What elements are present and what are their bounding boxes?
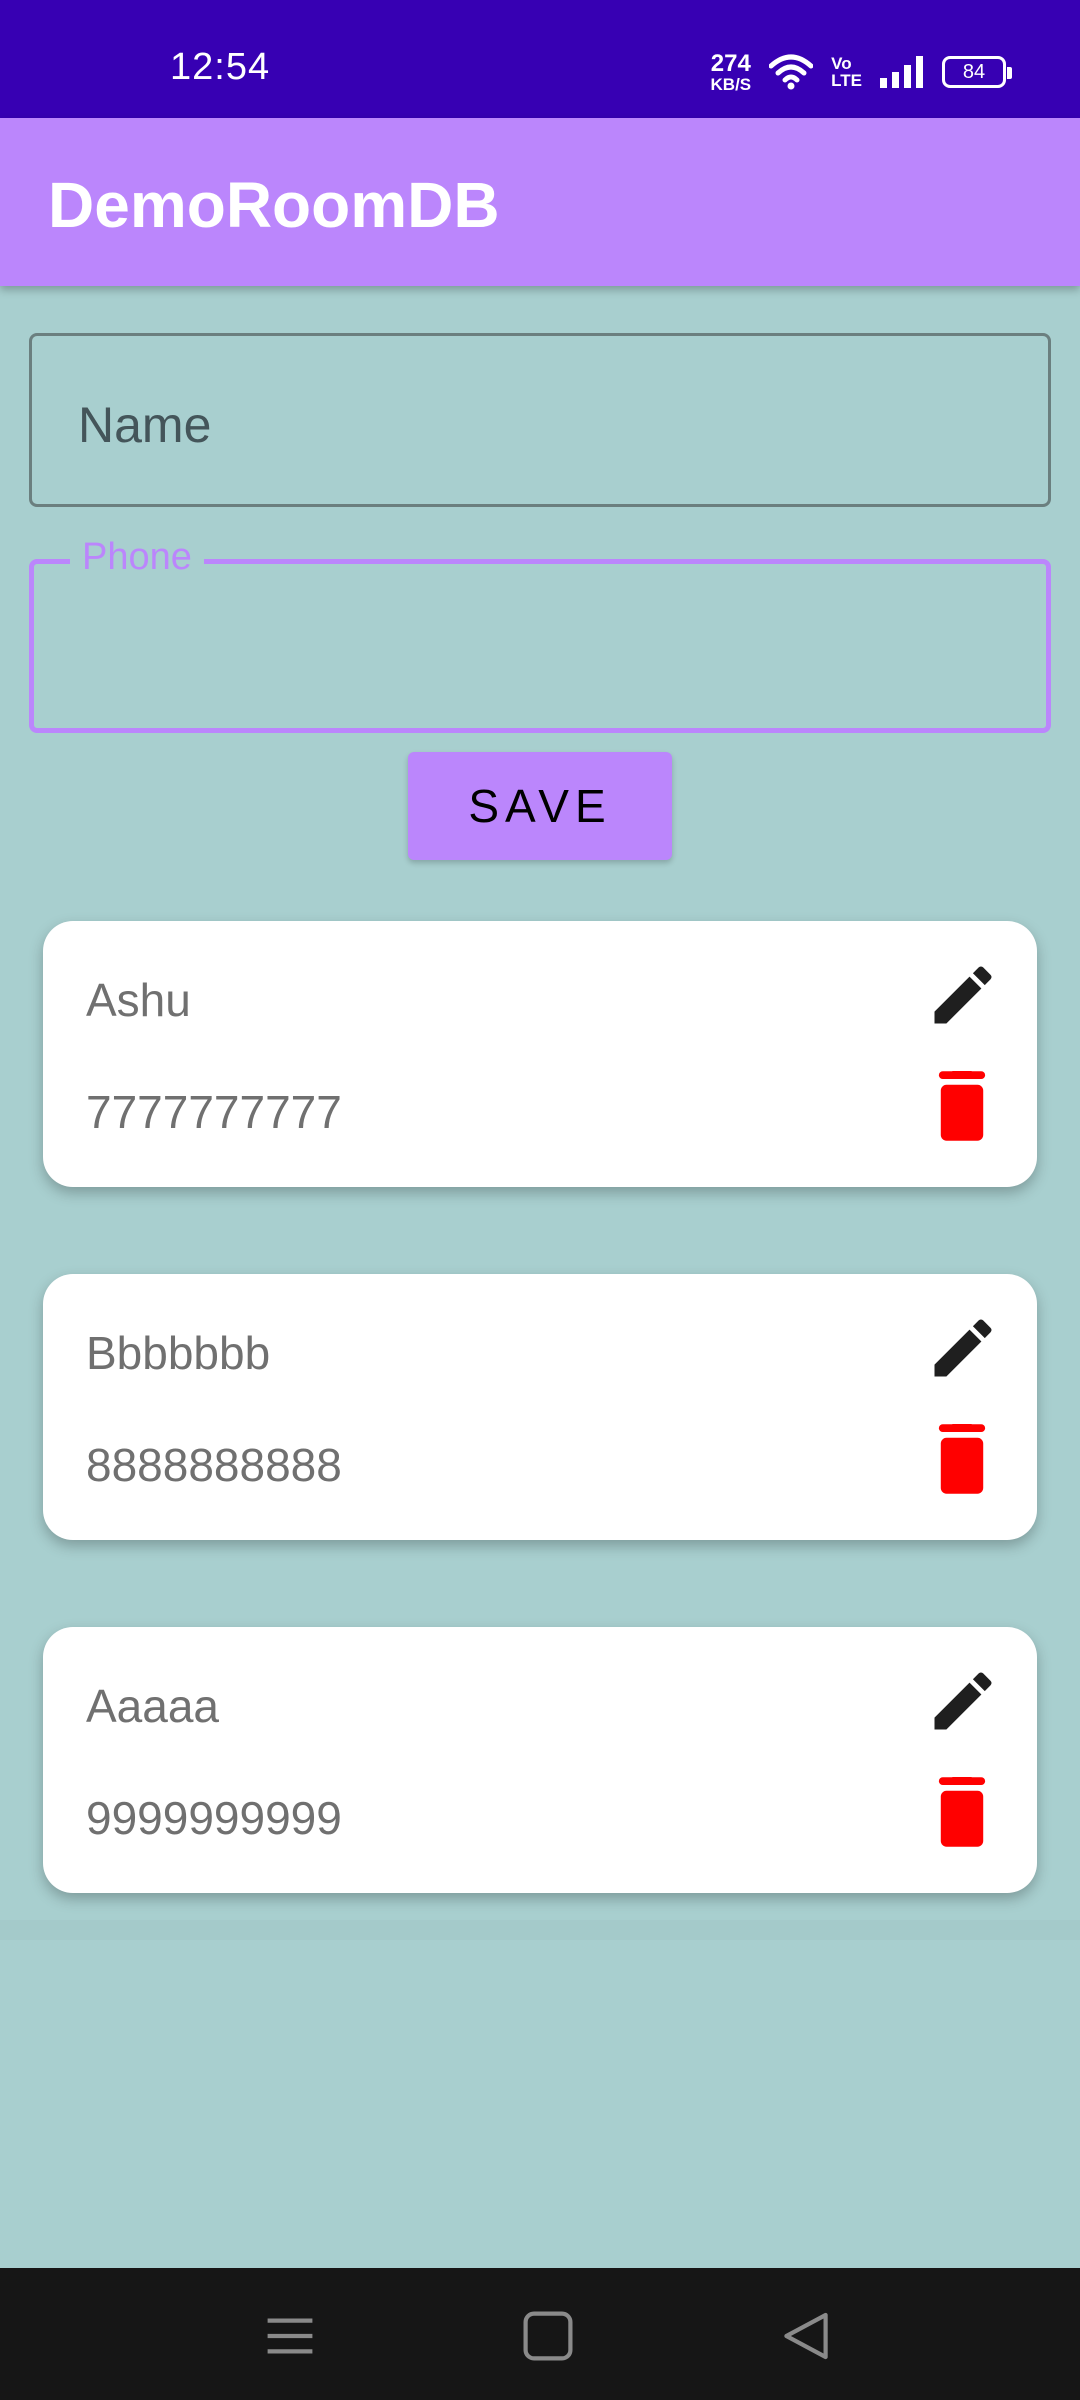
app-bar: DemoRoomDB bbox=[0, 118, 1080, 286]
status-time: 12:54 bbox=[170, 46, 271, 88]
trash-icon[interactable] bbox=[935, 1777, 989, 1847]
menu-icon[interactable] bbox=[262, 2308, 318, 2364]
contact-name: Ashu bbox=[86, 974, 191, 1026]
save-button[interactable]: SAVE bbox=[408, 752, 672, 860]
volte-indicator: Vo LTE bbox=[831, 55, 862, 89]
contact-name: Bbbbbbb bbox=[86, 1327, 271, 1379]
battery-indicator: 84 bbox=[942, 56, 1012, 88]
wifi-icon bbox=[769, 54, 814, 90]
list-bottom-edge bbox=[0, 1920, 1080, 1940]
name-input-placeholder: Name bbox=[78, 397, 212, 453]
pencil-icon[interactable] bbox=[925, 957, 1001, 1033]
status-icons: 274 KB/S Vo LTE 84 bbox=[710, 48, 1012, 96]
square-icon[interactable] bbox=[520, 2308, 576, 2364]
volte-top: Vo bbox=[831, 54, 852, 73]
volte-bottom: LTE bbox=[831, 71, 862, 90]
status-bar: 12:54 274 KB/S Vo LTE 84 bbox=[0, 0, 1080, 118]
phone-input[interactable]: Phone bbox=[29, 536, 1051, 733]
screen: 12:54 274 KB/S Vo LTE 84 DemoRoomDB Name… bbox=[0, 0, 1080, 2400]
contact-phone: 9999999999 bbox=[86, 1792, 342, 1844]
contact-name: Aaaaa bbox=[86, 1680, 220, 1732]
signal-icon bbox=[880, 56, 923, 88]
phone-input-label: Phone bbox=[70, 536, 204, 579]
contact-phone: 7777777777 bbox=[86, 1086, 342, 1138]
app-title: DemoRoomDB bbox=[48, 169, 500, 241]
network-speed-value: 274 bbox=[710, 49, 751, 77]
contact-phone: 8888888888 bbox=[86, 1439, 342, 1491]
trash-icon[interactable] bbox=[935, 1071, 989, 1141]
pencil-icon[interactable] bbox=[925, 1663, 1001, 1739]
network-speed: 274 KB/S bbox=[710, 49, 752, 94]
name-input[interactable]: Name bbox=[29, 333, 1051, 507]
contact-card: Aaaaa 9999999999 bbox=[43, 1627, 1037, 1893]
contact-card: Ashu 7777777777 bbox=[43, 921, 1037, 1187]
trash-icon[interactable] bbox=[935, 1424, 989, 1494]
network-speed-unit: KB/S bbox=[710, 74, 752, 94]
contact-card: Bbbbbbb 8888888888 bbox=[43, 1274, 1037, 1540]
pencil-icon[interactable] bbox=[925, 1310, 1001, 1386]
back-triangle-icon[interactable] bbox=[778, 2308, 834, 2364]
navigation-bar bbox=[0, 2268, 1080, 2400]
